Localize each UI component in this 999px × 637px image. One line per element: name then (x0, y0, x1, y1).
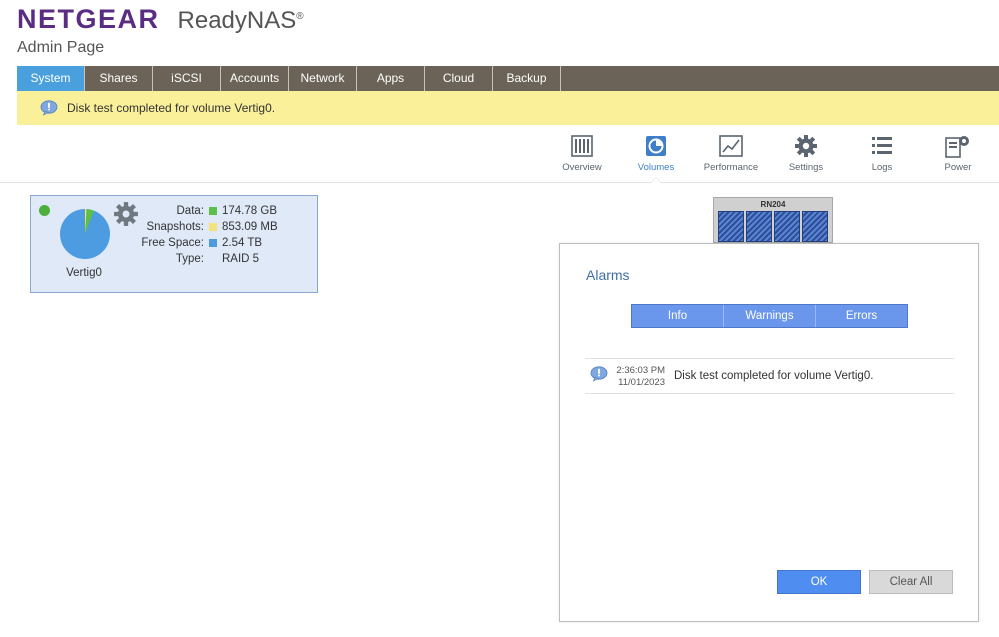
toolbar-logs[interactable]: Logs (850, 131, 914, 173)
drive-bay (718, 211, 744, 242)
toolbar-settings[interactable]: Settings (774, 131, 838, 173)
volume-toolbar: Overview Volumes Performance Settings Lo… (550, 131, 999, 183)
notification-message: Disk test completed for volume Vertig0. (67, 101, 276, 115)
stat-value-snapshots: 853.09 MB (222, 221, 278, 233)
alarm-message: Disk test completed for volume Vertig0. (674, 370, 874, 382)
alarm-date: 11/01/2023 (618, 377, 665, 388)
alarm-list: 2:36:03 PM 11/01/2023 Disk test complete… (585, 358, 954, 394)
tab-network[interactable]: Network (289, 66, 357, 91)
stat-row-data: Data: 174.78 GB (121, 203, 278, 219)
drive-bays (718, 211, 828, 242)
volume-name: Vertig0 (66, 267, 102, 279)
volume-status-indicator (39, 205, 50, 216)
alarm-filter-tabs: Info Warnings Errors (631, 304, 908, 328)
toolbar-performance[interactable]: Performance (699, 131, 763, 173)
toolbar-divider (0, 182, 999, 183)
alarms-dialog: Alarms Info Warnings Errors 2:36:03 PM 1… (559, 243, 979, 622)
main-nav: System Shares iSCSI Accounts Network App… (17, 66, 999, 91)
tab-apps[interactable]: Apps (357, 66, 425, 91)
tab-shares[interactable]: Shares (85, 66, 153, 91)
toolbar-power[interactable]: Power (926, 131, 990, 173)
volume-stats: Data: 174.78 GB Snapshots: 853.09 MB Fre… (121, 203, 278, 267)
stat-key-free-space: Free Space: (141, 237, 204, 249)
nas-device-image: RN204 (713, 197, 833, 243)
dialog-title: Alarms (586, 267, 630, 283)
brand-name: NETGEAR (17, 4, 160, 34)
toolbar-overview-label: Overview (562, 162, 602, 173)
toolbar-power-label: Power (944, 162, 972, 173)
settings-gear-icon (795, 135, 817, 157)
free-space-swatch (209, 239, 217, 247)
stat-value-type: RAID 5 (222, 253, 260, 265)
notification-bar[interactable]: Disk test completed for volume Vertig0. (17, 91, 999, 125)
stat-row-free-space: Free Space: 2.54 TB (121, 235, 278, 251)
stat-value-free-space: 2.54 TB (222, 237, 263, 249)
tab-accounts[interactable]: Accounts (221, 66, 289, 91)
tab-cloud[interactable]: Cloud (425, 66, 493, 91)
toolbar-overview[interactable]: Overview (550, 131, 614, 173)
stat-row-type: Type: RAID 5 (121, 251, 278, 267)
stat-key-type: Type: (175, 253, 204, 265)
clear-all-button[interactable]: Clear All (869, 570, 953, 594)
device-model-label: RN204 (760, 200, 786, 209)
toolbar-logs-label: Logs (871, 162, 893, 173)
filter-warnings-button[interactable]: Warnings (724, 305, 816, 327)
drive-bay (774, 211, 800, 242)
toolbar-volumes-label: Volumes (637, 162, 675, 173)
netgear-readynas-logo: NETGEAR ReadyNAS® (17, 4, 304, 36)
product-name: ReadyNAS® (177, 7, 304, 34)
active-tab-pointer (650, 177, 662, 183)
tab-system[interactable]: System (17, 66, 85, 91)
stat-key-data: Data: (176, 205, 205, 217)
tab-backup[interactable]: Backup (493, 66, 561, 91)
filter-errors-button[interactable]: Errors (816, 305, 907, 327)
toolbar-performance-label: Performance (703, 162, 759, 173)
logs-icon (872, 137, 892, 154)
drive-bay (746, 211, 772, 242)
stat-row-snapshots: Snapshots: 853.09 MB (121, 219, 278, 235)
snapshots-swatch (209, 223, 217, 231)
filter-info-button[interactable]: Info (632, 305, 724, 327)
toolbar-settings-label: Settings (788, 162, 824, 173)
stat-key-snapshots: Snapshots: (146, 221, 204, 233)
stat-value-data: 174.78 GB (222, 205, 277, 217)
info-bubble-icon (40, 100, 58, 116)
volume-usage-pie-chart (60, 209, 110, 259)
page-subtitle: Admin Page (17, 39, 105, 56)
overview-icon (571, 135, 593, 157)
performance-icon (719, 135, 743, 157)
tab-iscsi[interactable]: iSCSI (153, 66, 221, 91)
volume-card[interactable]: Vertig0 Data: 174.78 GB Snapshots: 853.0… (30, 195, 318, 293)
alarm-time: 2:36:03 PM (616, 365, 665, 376)
toolbar-volumes[interactable]: Volumes (624, 131, 688, 173)
drive-bay (802, 211, 828, 242)
volumes-icon (646, 136, 666, 156)
data-swatch (209, 207, 217, 215)
power-icon (945, 136, 969, 158)
alarm-timestamp: 2:36:03 PM 11/01/2023 (605, 365, 665, 389)
ok-button[interactable]: OK (777, 570, 861, 594)
